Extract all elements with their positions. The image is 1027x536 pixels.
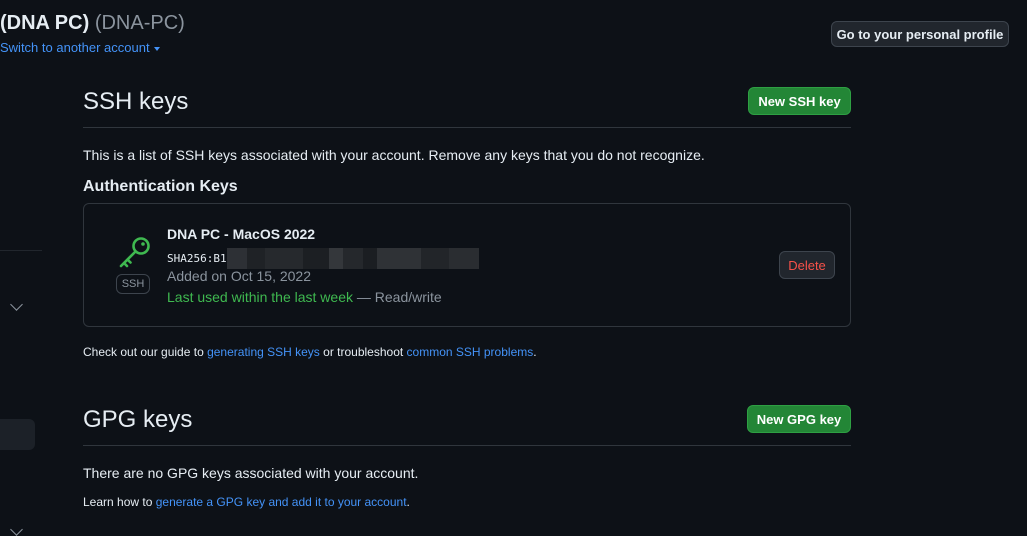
account-display-name: (DNA PC) bbox=[0, 12, 90, 34]
ssh-description: This is a list of SSH keys associated wi… bbox=[83, 147, 705, 163]
divider bbox=[83, 127, 851, 128]
guide-suffix: . bbox=[533, 345, 537, 359]
chevron-down-icon[interactable] bbox=[10, 523, 23, 536]
common-ssh-problems-link[interactable]: common SSH problems bbox=[407, 345, 534, 359]
divider bbox=[83, 445, 851, 446]
switch-account-link[interactable]: Switch to another account bbox=[0, 40, 160, 55]
delete-ssh-key-button[interactable]: Delete bbox=[779, 251, 835, 279]
ssh-key-added-date: Added on Oct 15, 2022 bbox=[167, 268, 311, 284]
ssh-key-access: — Read/write bbox=[356, 289, 442, 305]
gpg-empty-message: There are no GPG keys associated with yo… bbox=[83, 465, 419, 481]
personal-profile-button[interactable]: Go to your personal profile bbox=[831, 21, 1009, 47]
account-handle: (DNA-PC) bbox=[94, 12, 185, 34]
account-name: (DNA PC) (DNA-PC) bbox=[0, 12, 185, 35]
ssh-key-usage: Last used within the last week — Read/wr… bbox=[167, 289, 442, 305]
ssh-key-last-used: Last used within the last week bbox=[167, 289, 353, 305]
sidebar-divider bbox=[0, 250, 42, 251]
sidebar-item-active[interactable] bbox=[0, 419, 35, 450]
guide-prefix: Check out our guide to bbox=[83, 345, 208, 359]
redacted-fingerprint bbox=[226, 248, 479, 269]
guide-middle: or troubleshoot bbox=[319, 345, 407, 359]
ssh-key-item: SSH DNA PC - MacOS 2022 SHA256:B1 Added … bbox=[83, 203, 851, 327]
ssh-key-title: DNA PC - MacOS 2022 bbox=[167, 226, 316, 242]
generating-ssh-keys-link[interactable]: generating SSH keys bbox=[207, 345, 320, 359]
fingerprint-prefix: SHA256:B1 bbox=[167, 252, 227, 265]
gpg-learn-text: Learn how to generate a GPG key and add … bbox=[83, 495, 410, 509]
gpg-keys-title: GPG keys bbox=[83, 406, 193, 433]
key-icon bbox=[119, 237, 150, 268]
authentication-keys-heading: Authentication Keys bbox=[83, 178, 238, 195]
switch-account-label: Switch to another account bbox=[0, 40, 150, 55]
chevron-down-icon[interactable] bbox=[10, 298, 23, 311]
new-gpg-key-button[interactable]: New GPG key bbox=[747, 405, 851, 433]
learn-suffix: . bbox=[406, 495, 410, 509]
ssh-keys-title: SSH keys bbox=[83, 88, 189, 115]
triangle-down-icon bbox=[153, 46, 160, 51]
generate-gpg-key-link[interactable]: generate a GPG key and add it to your ac… bbox=[156, 495, 407, 509]
ssh-badge: SSH bbox=[116, 274, 150, 294]
ssh-guide-text: Check out our guide to generating SSH ke… bbox=[83, 345, 537, 359]
ssh-key-fingerprint: SHA256:B1 bbox=[167, 248, 479, 269]
new-ssh-key-button[interactable]: New SSH key bbox=[748, 87, 851, 115]
learn-prefix: Learn how to bbox=[83, 495, 156, 509]
